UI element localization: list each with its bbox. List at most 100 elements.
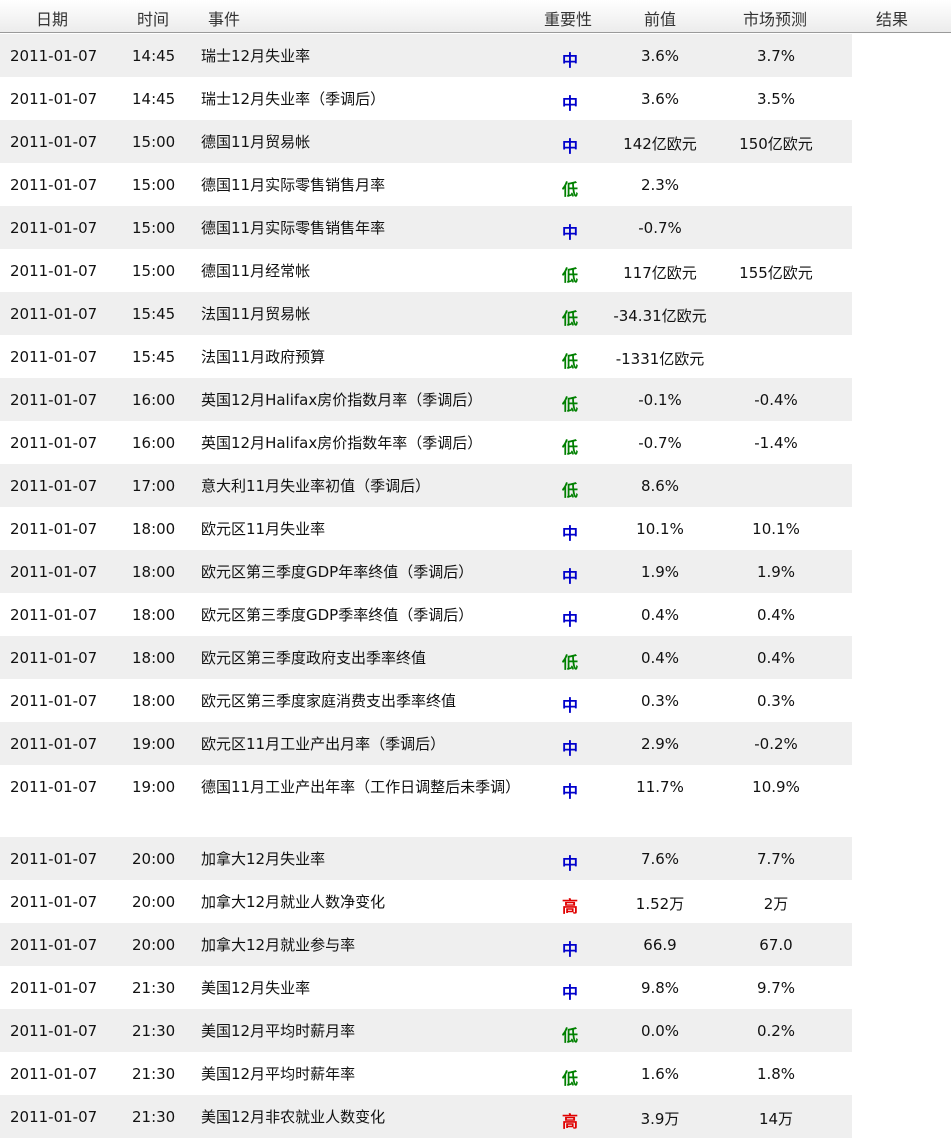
- previous-value-cell: 1.9%: [640, 563, 680, 581]
- table-row: 2011-01-07 19:00 德国11月工业产出年率（工作日调整后未季调） 中 11…: [0, 765, 852, 837]
- table-row: 2011-01-07 15:00 德国11月实际零售销售月率 低 2.3%: [0, 163, 852, 206]
- forecast-cell: 1.8%: [756, 1065, 796, 1083]
- importance-cell: 低: [561, 438, 578, 457]
- importance-cell: 中: [561, 223, 578, 242]
- previous-value-cell: -0.1%: [638, 391, 682, 409]
- table-row: 2011-01-07 16:00 英国12月Halifax房价指数月率（季调后） 低 -…: [0, 378, 852, 421]
- previous-value-cell: -1331亿欧元: [615, 350, 705, 368]
- previous-value-cell: 117亿欧元: [623, 264, 697, 282]
- importance-cell: 低: [561, 180, 578, 199]
- forecast-cell: 1.9%: [756, 563, 796, 581]
- importance-cell: 中: [561, 739, 578, 758]
- event-cell: 美国12月平均时薪年率: [201, 1065, 356, 1083]
- previous-value-cell: 0.3%: [640, 692, 680, 710]
- date-cell: 2011-01-07: [10, 348, 98, 366]
- event-cell: 美国12月非农就业人数变化: [201, 1108, 386, 1126]
- importance-cell: 中: [561, 137, 578, 156]
- event-cell: 欧元区第三季度GDP年率终值（季调后）: [201, 563, 474, 581]
- time-cell: 17:00: [132, 477, 176, 495]
- table-row: 2011-01-07 21:30 美国12月平均时薪月率 低 0.0% 0.2%: [0, 1009, 852, 1052]
- table-row: 2011-01-07 20:00 加拿大12月失业率 中 7.6% 7.7%: [0, 837, 852, 880]
- time-cell: 16:00: [132, 391, 176, 409]
- table-row: 2011-01-07 18:00 欧元区第三季度政府支出季率终值 低 0.4% 0.4%: [0, 636, 852, 679]
- date-cell: 2011-01-07: [10, 434, 98, 452]
- date-cell: 2011-01-07: [10, 305, 98, 323]
- importance-cell: 中: [561, 51, 578, 70]
- table-row: 2011-01-07 15:45 法国11月贸易帐 低 -34.31亿欧元: [0, 292, 852, 335]
- time-cell: 18:00: [132, 649, 176, 667]
- table-row: 2011-01-07 15:45 法国11月政府预算 低 -1331亿欧元: [0, 335, 852, 378]
- event-cell: 欧元区第三季度政府支出季率终值: [201, 649, 427, 667]
- time-cell: 14:45: [132, 90, 176, 108]
- date-cell: 2011-01-07: [10, 735, 98, 753]
- header-result: 结果: [876, 10, 909, 29]
- time-cell: 19:00: [132, 778, 176, 796]
- event-cell: 德国11月实际零售销售月率: [201, 176, 386, 194]
- time-cell: 20:00: [132, 850, 176, 868]
- time-cell: 16:00: [132, 434, 176, 452]
- date-cell: 2011-01-07: [10, 606, 98, 624]
- forecast-cell: 14万: [758, 1110, 794, 1128]
- table-header: 日期 时间 事件 重要性 前值 市场预测 结果: [0, 0, 951, 33]
- event-cell: 德国11月工业产出年率（工作日调整后未季调）: [201, 778, 521, 796]
- table-row: 2011-01-07 18:00 欧元区第三季度家庭消费支出季率终值 中 0.3% 0.3…: [0, 679, 852, 722]
- time-cell: 20:00: [132, 936, 176, 954]
- event-cell: 欧元区11月工业产出月率（季调后）: [201, 735, 446, 753]
- previous-value-cell: 3.6%: [640, 90, 680, 108]
- date-cell: 2011-01-07: [10, 979, 98, 997]
- table-row: 2011-01-07 18:00 欧元区第三季度GDP年率终值（季调后） 中 1.9% 1…: [0, 550, 852, 593]
- time-cell: 15:45: [132, 348, 176, 366]
- time-cell: 18:00: [132, 520, 176, 538]
- time-cell: 15:00: [132, 176, 176, 194]
- table-row: 2011-01-07 21:30 美国12月失业率 中 9.8% 9.7%: [0, 966, 852, 1009]
- time-cell: 15:00: [132, 219, 176, 237]
- date-cell: 2011-01-07: [10, 850, 98, 868]
- forecast-cell: 0.4%: [756, 649, 796, 667]
- table-row: 2011-01-07 14:45 瑞士12月失业率（季调后） 中 3.6% 3.5%: [0, 77, 852, 120]
- previous-value-cell: 3.9万: [640, 1110, 680, 1128]
- previous-value-cell: -0.7%: [638, 219, 682, 237]
- time-cell: 21:30: [132, 1108, 176, 1126]
- importance-cell: 低: [561, 309, 578, 328]
- importance-cell: 低: [561, 1069, 578, 1088]
- table-body: 2011-01-07 14:45 瑞士12月失业率中 3.6% 3.7% 2011-01-…: [0, 34, 852, 1138]
- date-cell: 2011-01-07: [10, 262, 98, 280]
- date-cell: 2011-01-07: [10, 1108, 98, 1126]
- forecast-cell: 155亿欧元: [739, 264, 813, 282]
- header-previous: 前值: [644, 10, 677, 29]
- forecast-cell: -0.4%: [754, 391, 798, 409]
- previous-value-cell: 66.9: [643, 936, 677, 954]
- forecast-cell: 0.3%: [756, 692, 796, 710]
- forecast-cell: 7.7%: [756, 850, 796, 868]
- time-cell: 18:00: [132, 692, 176, 710]
- time-cell: 19:00: [132, 735, 176, 753]
- event-cell: 法国11月贸易帐: [201, 305, 311, 323]
- previous-value-cell: 0.4%: [640, 649, 680, 667]
- date-cell: 2011-01-07: [10, 893, 98, 911]
- event-cell: 欧元区第三季度家庭消费支出季率终值: [201, 692, 457, 710]
- time-cell: 15:45: [132, 305, 176, 323]
- date-cell: 2011-01-07: [10, 47, 98, 65]
- date-cell: 2011-01-07: [10, 563, 98, 581]
- date-cell: 2011-01-07: [10, 219, 98, 237]
- previous-value-cell: 0.4%: [640, 606, 680, 624]
- previous-value-cell: -34.31亿欧元: [613, 307, 707, 325]
- previous-value-cell: 8.6%: [640, 477, 680, 495]
- forecast-cell: -1.4%: [754, 434, 798, 452]
- event-cell: 英国12月Halifax房价指数年率（季调后）: [201, 434, 483, 452]
- previous-value-cell: 2.9%: [640, 735, 680, 753]
- forecast-cell: 9.7%: [756, 979, 796, 997]
- time-cell: 18:00: [132, 606, 176, 624]
- importance-cell: 中: [561, 524, 578, 543]
- event-cell: 加拿大12月失业率: [201, 850, 326, 868]
- date-cell: 2011-01-07: [10, 133, 98, 151]
- previous-value-cell: 3.6%: [640, 47, 680, 65]
- previous-value-cell: 10.1%: [636, 520, 684, 538]
- table-row: 2011-01-07 15:00 德国11月经常帐 低 117亿欧元 155亿欧元: [0, 249, 852, 292]
- forecast-cell: 10.9%: [752, 778, 800, 796]
- event-cell: 欧元区第三季度GDP季率终值（季调后）: [201, 606, 474, 624]
- table-row: 2011-01-07 21:30 美国12月平均时薪年率 低 1.6% 1.8%: [0, 1052, 852, 1095]
- date-cell: 2011-01-07: [10, 176, 98, 194]
- table-row: 2011-01-07 14:45 瑞士12月失业率 中 3.6% 3.7%: [0, 34, 852, 77]
- event-cell: 德国11月贸易帐: [201, 133, 311, 151]
